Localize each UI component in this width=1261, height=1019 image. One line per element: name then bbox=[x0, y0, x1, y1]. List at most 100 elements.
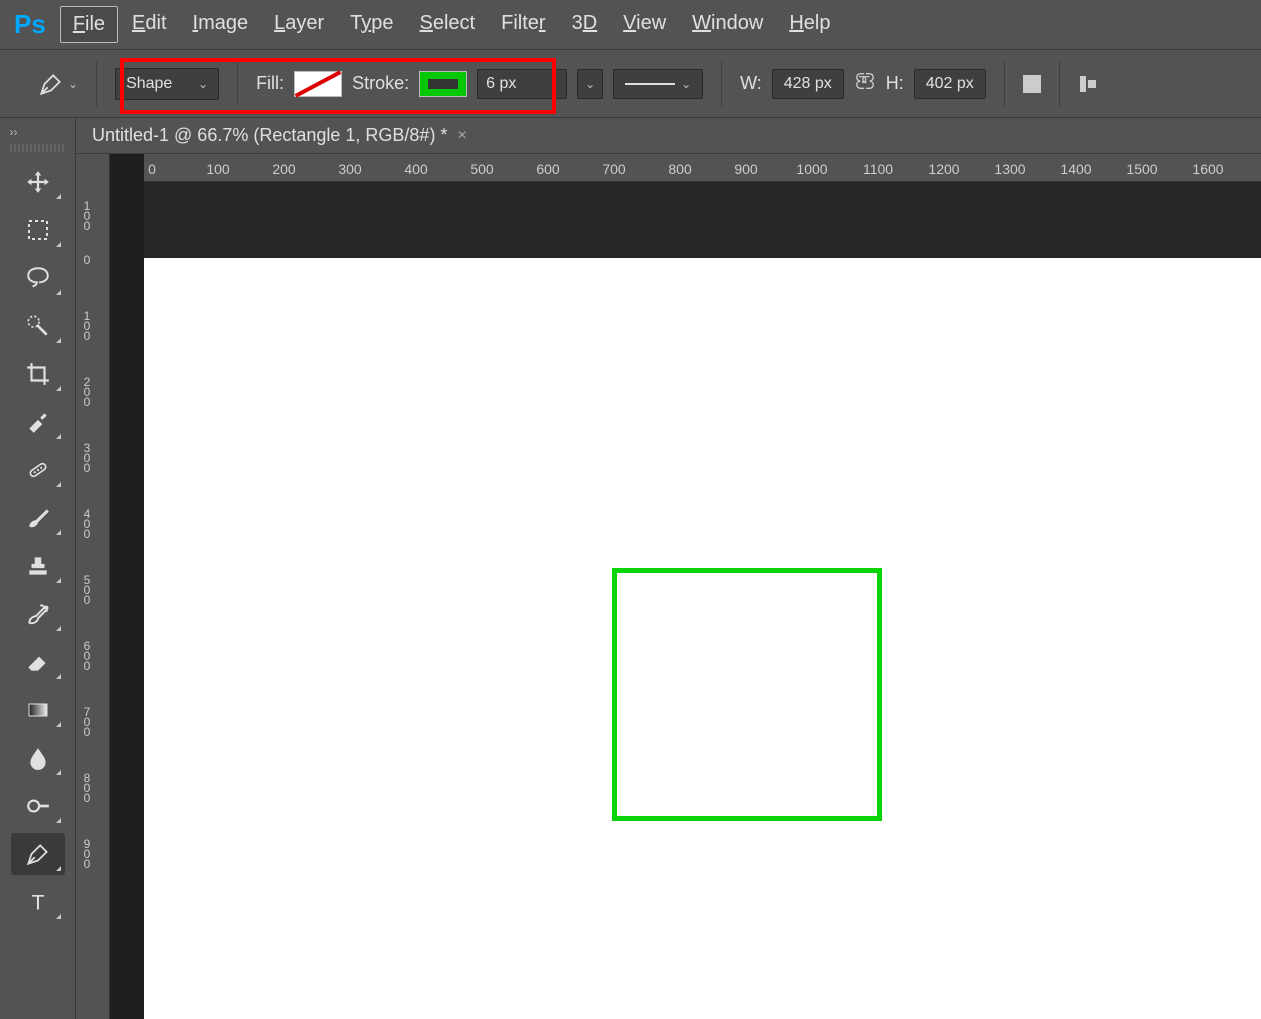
menu-type[interactable]: Type bbox=[338, 6, 405, 43]
chevron-down-icon: ⌄ bbox=[681, 77, 691, 91]
divider bbox=[721, 62, 722, 106]
stroke-label: Stroke: bbox=[352, 73, 409, 94]
ruler-tick: 0 bbox=[80, 253, 94, 263]
ruler-tick: 700 bbox=[80, 705, 94, 735]
tool-mode-select[interactable]: Shape ⌄ bbox=[115, 68, 219, 100]
height-label: H: bbox=[886, 73, 904, 94]
menu-bar: Ps File Edit Image Layer Type Select Fil… bbox=[0, 0, 1261, 50]
panel-grip[interactable] bbox=[10, 144, 66, 152]
document-tab-title: Untitled-1 @ 66.7% (Rectangle 1, RGB/8#)… bbox=[92, 125, 447, 146]
dodge-tool[interactable] bbox=[11, 785, 65, 827]
ruler-tick: 900 bbox=[80, 837, 94, 867]
active-tool-indicator[interactable]: ⌄ bbox=[38, 71, 78, 97]
ruler-tick: 300 bbox=[338, 161, 361, 177]
document-tab-bar: Untitled-1 @ 66.7% (Rectangle 1, RGB/8#)… bbox=[76, 118, 1261, 154]
menu-filter[interactable]: Filter bbox=[489, 6, 557, 43]
svg-text:T: T bbox=[31, 890, 44, 915]
lasso-tool[interactable] bbox=[11, 257, 65, 299]
menu-select[interactable]: Select bbox=[408, 6, 488, 43]
menu-3d[interactable]: 3D bbox=[560, 6, 610, 43]
ruler-tick: 0 bbox=[148, 161, 156, 177]
ruler-tick: 200 bbox=[272, 161, 295, 177]
healing-brush-tool[interactable] bbox=[11, 449, 65, 491]
eraser-tool[interactable] bbox=[11, 641, 65, 683]
rectangle-shape[interactable] bbox=[612, 568, 882, 821]
height-input[interactable] bbox=[914, 69, 986, 99]
stroke-style-select[interactable]: ⌄ bbox=[613, 69, 703, 99]
dodge-icon bbox=[25, 793, 51, 819]
menu-window[interactable]: Window bbox=[680, 6, 775, 43]
ruler-tick: 800 bbox=[80, 771, 94, 801]
marquee-icon bbox=[26, 218, 50, 242]
gradient-tool[interactable] bbox=[11, 689, 65, 731]
ruler-tick: 100 bbox=[80, 309, 94, 339]
ruler-tick: 1500 bbox=[1126, 161, 1157, 177]
menu-image[interactable]: Image bbox=[181, 6, 261, 43]
clone-stamp-tool[interactable] bbox=[11, 545, 65, 587]
link-icon[interactable] bbox=[854, 72, 876, 95]
stamp-icon bbox=[25, 553, 51, 579]
type-icon: T bbox=[25, 889, 51, 915]
width-input[interactable] bbox=[772, 69, 844, 99]
close-icon[interactable]: × bbox=[457, 127, 466, 145]
history-brush-tool[interactable] bbox=[11, 593, 65, 635]
panel-collapse-handle[interactable]: ›› bbox=[2, 122, 74, 142]
quick-select-tool[interactable] bbox=[11, 305, 65, 347]
tool-mode-label: Shape bbox=[126, 75, 172, 93]
blur-tool[interactable] bbox=[11, 737, 65, 779]
move-tool[interactable] bbox=[11, 161, 65, 203]
crop-tool[interactable] bbox=[11, 353, 65, 395]
tools-panel: ›› T bbox=[0, 118, 76, 1019]
pen-icon bbox=[38, 71, 64, 97]
ruler-tick: 100 bbox=[206, 161, 229, 177]
ruler-tick: 1000 bbox=[796, 161, 827, 177]
ruler-tick: 900 bbox=[734, 161, 757, 177]
divider bbox=[1059, 62, 1060, 106]
ruler-tick: 600 bbox=[80, 639, 94, 669]
brush-tool[interactable] bbox=[11, 497, 65, 539]
stroke-width-dropdown[interactable]: ⌄ bbox=[577, 69, 603, 99]
crop-icon bbox=[25, 361, 51, 387]
width-label: W: bbox=[740, 73, 762, 94]
canvas[interactable] bbox=[144, 258, 1261, 1019]
eyedropper-icon bbox=[25, 409, 51, 435]
ruler-tick: 400 bbox=[80, 507, 94, 537]
history-brush-icon bbox=[25, 601, 51, 627]
stroke-width-value: 6 px bbox=[486, 75, 516, 93]
vertical-ruler[interactable]: 100 0 100 200 300 400 500 600 700 800 90… bbox=[76, 154, 110, 1019]
bandaid-icon bbox=[25, 457, 51, 483]
eraser-icon bbox=[25, 649, 51, 675]
ruler-tick: 400 bbox=[404, 161, 427, 177]
eyedropper-tool[interactable] bbox=[11, 401, 65, 443]
drop-icon bbox=[25, 745, 51, 771]
canvas-wrap: 100 0 100 200 300 400 500 600 700 800 90… bbox=[76, 154, 1261, 1019]
pen-tool[interactable] bbox=[11, 833, 65, 875]
menu-help[interactable]: Help bbox=[777, 6, 842, 43]
align-edges-button[interactable] bbox=[1078, 74, 1098, 94]
stroke-color-swatch[interactable] bbox=[419, 71, 467, 97]
menu-view[interactable]: View bbox=[611, 6, 678, 43]
document-tab[interactable]: Untitled-1 @ 66.7% (Rectangle 1, RGB/8#)… bbox=[92, 125, 467, 146]
menu-items: File Edit Image Layer Type Select Filter… bbox=[60, 6, 843, 43]
menu-file[interactable]: File bbox=[60, 6, 118, 43]
menu-edit[interactable]: Edit bbox=[120, 6, 178, 43]
fill-label: Fill: bbox=[256, 73, 284, 94]
ruler-tick: 800 bbox=[668, 161, 691, 177]
type-tool[interactable]: T bbox=[11, 881, 65, 923]
stroke-width-input[interactable]: 6 px bbox=[477, 69, 567, 99]
path-operations-button[interactable] bbox=[1023, 75, 1041, 93]
canvas-viewport[interactable]: 0 100 200 300 400 500 600 700 800 900 10… bbox=[110, 154, 1261, 1019]
options-bar: ⌄ Shape ⌄ Fill: Stroke: 6 px ⌄ ⌄ W: H: bbox=[0, 50, 1261, 118]
ruler-tick: 1300 bbox=[994, 161, 1025, 177]
marquee-tool[interactable] bbox=[11, 209, 65, 251]
gradient-icon bbox=[26, 698, 50, 722]
fill-color-swatch[interactable] bbox=[294, 71, 342, 97]
brush-icon bbox=[25, 505, 51, 531]
horizontal-ruler[interactable]: 0 100 200 300 400 500 600 700 800 900 10… bbox=[144, 154, 1261, 182]
ruler-tick: 200 bbox=[80, 375, 94, 405]
divider bbox=[1004, 62, 1005, 106]
ruler-tick: 100 bbox=[80, 199, 94, 229]
menu-layer[interactable]: Layer bbox=[262, 6, 336, 43]
chevron-down-icon: ⌄ bbox=[68, 77, 78, 91]
pasteboard bbox=[144, 182, 1261, 258]
